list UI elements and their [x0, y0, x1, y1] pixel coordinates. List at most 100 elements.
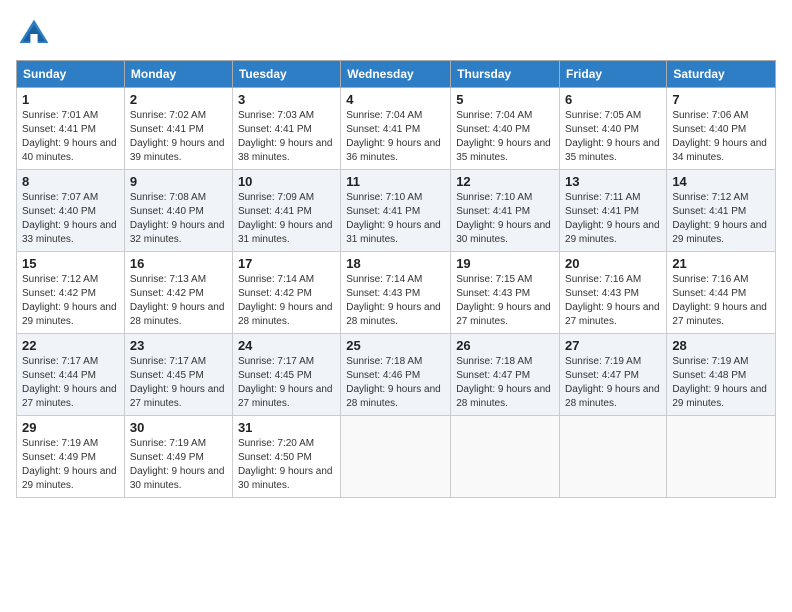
day-info: Sunrise: 7:19 AM Sunset: 4:48 PM Dayligh…: [672, 355, 770, 411]
day-info: Sunrise: 7:19 AM Sunset: 4:49 PM Dayligh…: [22, 437, 119, 493]
day-info: Sunrise: 7:01 AM Sunset: 4:41 PM Dayligh…: [22, 109, 119, 165]
day-info: Sunrise: 7:10 AM Sunset: 4:41 PM Dayligh…: [456, 191, 554, 247]
calendar-cell: 1 Sunrise: 7:01 AM Sunset: 4:41 PM Dayli…: [17, 88, 125, 170]
day-info: Sunrise: 7:16 AM Sunset: 4:43 PM Dayligh…: [565, 273, 661, 329]
day-number: 27: [565, 338, 661, 353]
day-number: 3: [238, 92, 335, 107]
day-number: 17: [238, 256, 335, 271]
calendar-header-monday: Monday: [124, 61, 232, 88]
calendar-week-row: 22 Sunrise: 7:17 AM Sunset: 4:44 PM Dayl…: [17, 334, 776, 416]
day-number: 1: [22, 92, 119, 107]
day-number: 9: [130, 174, 227, 189]
calendar-cell: 9 Sunrise: 7:08 AM Sunset: 4:40 PM Dayli…: [124, 170, 232, 252]
day-number: 15: [22, 256, 119, 271]
day-info: Sunrise: 7:13 AM Sunset: 4:42 PM Dayligh…: [130, 273, 227, 329]
calendar-cell: 16 Sunrise: 7:13 AM Sunset: 4:42 PM Dayl…: [124, 252, 232, 334]
day-info: Sunrise: 7:04 AM Sunset: 4:40 PM Dayligh…: [456, 109, 554, 165]
calendar-week-row: 8 Sunrise: 7:07 AM Sunset: 4:40 PM Dayli…: [17, 170, 776, 252]
day-info: Sunrise: 7:08 AM Sunset: 4:40 PM Dayligh…: [130, 191, 227, 247]
calendar-cell: 2 Sunrise: 7:02 AM Sunset: 4:41 PM Dayli…: [124, 88, 232, 170]
day-info: Sunrise: 7:16 AM Sunset: 4:44 PM Dayligh…: [672, 273, 770, 329]
day-number: 24: [238, 338, 335, 353]
calendar-cell: 26 Sunrise: 7:18 AM Sunset: 4:47 PM Dayl…: [451, 334, 560, 416]
day-number: 10: [238, 174, 335, 189]
day-number: 26: [456, 338, 554, 353]
calendar-cell: 31 Sunrise: 7:20 AM Sunset: 4:50 PM Dayl…: [232, 416, 340, 498]
calendar-header-saturday: Saturday: [667, 61, 776, 88]
day-info: Sunrise: 7:11 AM Sunset: 4:41 PM Dayligh…: [565, 191, 661, 247]
day-info: Sunrise: 7:12 AM Sunset: 4:41 PM Dayligh…: [672, 191, 770, 247]
calendar-header-sunday: Sunday: [17, 61, 125, 88]
day-info: Sunrise: 7:10 AM Sunset: 4:41 PM Dayligh…: [346, 191, 445, 247]
day-number: 25: [346, 338, 445, 353]
page-header: [16, 16, 776, 52]
day-info: Sunrise: 7:18 AM Sunset: 4:46 PM Dayligh…: [346, 355, 445, 411]
day-info: Sunrise: 7:18 AM Sunset: 4:47 PM Dayligh…: [456, 355, 554, 411]
day-info: Sunrise: 7:17 AM Sunset: 4:45 PM Dayligh…: [238, 355, 335, 411]
calendar-cell: 5 Sunrise: 7:04 AM Sunset: 4:40 PM Dayli…: [451, 88, 560, 170]
calendar-cell: 11 Sunrise: 7:10 AM Sunset: 4:41 PM Dayl…: [341, 170, 451, 252]
day-number: 18: [346, 256, 445, 271]
day-info: Sunrise: 7:14 AM Sunset: 4:43 PM Dayligh…: [346, 273, 445, 329]
calendar-cell: 10 Sunrise: 7:09 AM Sunset: 4:41 PM Dayl…: [232, 170, 340, 252]
day-number: 30: [130, 420, 227, 435]
day-number: 14: [672, 174, 770, 189]
calendar-cell: 15 Sunrise: 7:12 AM Sunset: 4:42 PM Dayl…: [17, 252, 125, 334]
calendar-cell: 3 Sunrise: 7:03 AM Sunset: 4:41 PM Dayli…: [232, 88, 340, 170]
calendar-cell: 24 Sunrise: 7:17 AM Sunset: 4:45 PM Dayl…: [232, 334, 340, 416]
calendar-week-row: 1 Sunrise: 7:01 AM Sunset: 4:41 PM Dayli…: [17, 88, 776, 170]
calendar-cell: 20 Sunrise: 7:16 AM Sunset: 4:43 PM Dayl…: [560, 252, 667, 334]
day-info: Sunrise: 7:04 AM Sunset: 4:41 PM Dayligh…: [346, 109, 445, 165]
calendar-cell: [560, 416, 667, 498]
day-number: 4: [346, 92, 445, 107]
day-number: 20: [565, 256, 661, 271]
logo-icon: [16, 16, 52, 52]
day-number: 31: [238, 420, 335, 435]
calendar-header-thursday: Thursday: [451, 61, 560, 88]
calendar-cell: 14 Sunrise: 7:12 AM Sunset: 4:41 PM Dayl…: [667, 170, 776, 252]
day-info: Sunrise: 7:12 AM Sunset: 4:42 PM Dayligh…: [22, 273, 119, 329]
day-number: 2: [130, 92, 227, 107]
day-number: 5: [456, 92, 554, 107]
day-info: Sunrise: 7:14 AM Sunset: 4:42 PM Dayligh…: [238, 273, 335, 329]
calendar-cell: 29 Sunrise: 7:19 AM Sunset: 4:49 PM Dayl…: [17, 416, 125, 498]
day-info: Sunrise: 7:17 AM Sunset: 4:44 PM Dayligh…: [22, 355, 119, 411]
day-number: 29: [22, 420, 119, 435]
calendar-cell: 4 Sunrise: 7:04 AM Sunset: 4:41 PM Dayli…: [341, 88, 451, 170]
calendar-week-row: 15 Sunrise: 7:12 AM Sunset: 4:42 PM Dayl…: [17, 252, 776, 334]
calendar-cell: [667, 416, 776, 498]
day-number: 19: [456, 256, 554, 271]
calendar-cell: 6 Sunrise: 7:05 AM Sunset: 4:40 PM Dayli…: [560, 88, 667, 170]
calendar-cell: 19 Sunrise: 7:15 AM Sunset: 4:43 PM Dayl…: [451, 252, 560, 334]
calendar-header-friday: Friday: [560, 61, 667, 88]
calendar-header-wednesday: Wednesday: [341, 61, 451, 88]
calendar-cell: [341, 416, 451, 498]
day-info: Sunrise: 7:19 AM Sunset: 4:47 PM Dayligh…: [565, 355, 661, 411]
calendar-cell: 30 Sunrise: 7:19 AM Sunset: 4:49 PM Dayl…: [124, 416, 232, 498]
calendar-cell: 12 Sunrise: 7:10 AM Sunset: 4:41 PM Dayl…: [451, 170, 560, 252]
day-number: 23: [130, 338, 227, 353]
calendar-table: SundayMondayTuesdayWednesdayThursdayFrid…: [16, 60, 776, 498]
calendar-cell: 18 Sunrise: 7:14 AM Sunset: 4:43 PM Dayl…: [341, 252, 451, 334]
calendar-cell: 28 Sunrise: 7:19 AM Sunset: 4:48 PM Dayl…: [667, 334, 776, 416]
day-info: Sunrise: 7:02 AM Sunset: 4:41 PM Dayligh…: [130, 109, 227, 165]
day-number: 7: [672, 92, 770, 107]
calendar-cell: 22 Sunrise: 7:17 AM Sunset: 4:44 PM Dayl…: [17, 334, 125, 416]
calendar-cell: 8 Sunrise: 7:07 AM Sunset: 4:40 PM Dayli…: [17, 170, 125, 252]
day-number: 6: [565, 92, 661, 107]
calendar-header-tuesday: Tuesday: [232, 61, 340, 88]
day-number: 22: [22, 338, 119, 353]
calendar-cell: 13 Sunrise: 7:11 AM Sunset: 4:41 PM Dayl…: [560, 170, 667, 252]
calendar-cell: 23 Sunrise: 7:17 AM Sunset: 4:45 PM Dayl…: [124, 334, 232, 416]
day-number: 8: [22, 174, 119, 189]
calendar-week-row: 29 Sunrise: 7:19 AM Sunset: 4:49 PM Dayl…: [17, 416, 776, 498]
day-number: 13: [565, 174, 661, 189]
calendar-cell: 21 Sunrise: 7:16 AM Sunset: 4:44 PM Dayl…: [667, 252, 776, 334]
day-number: 28: [672, 338, 770, 353]
day-info: Sunrise: 7:06 AM Sunset: 4:40 PM Dayligh…: [672, 109, 770, 165]
day-number: 12: [456, 174, 554, 189]
calendar-cell: [451, 416, 560, 498]
day-info: Sunrise: 7:03 AM Sunset: 4:41 PM Dayligh…: [238, 109, 335, 165]
day-info: Sunrise: 7:09 AM Sunset: 4:41 PM Dayligh…: [238, 191, 335, 247]
day-info: Sunrise: 7:07 AM Sunset: 4:40 PM Dayligh…: [22, 191, 119, 247]
